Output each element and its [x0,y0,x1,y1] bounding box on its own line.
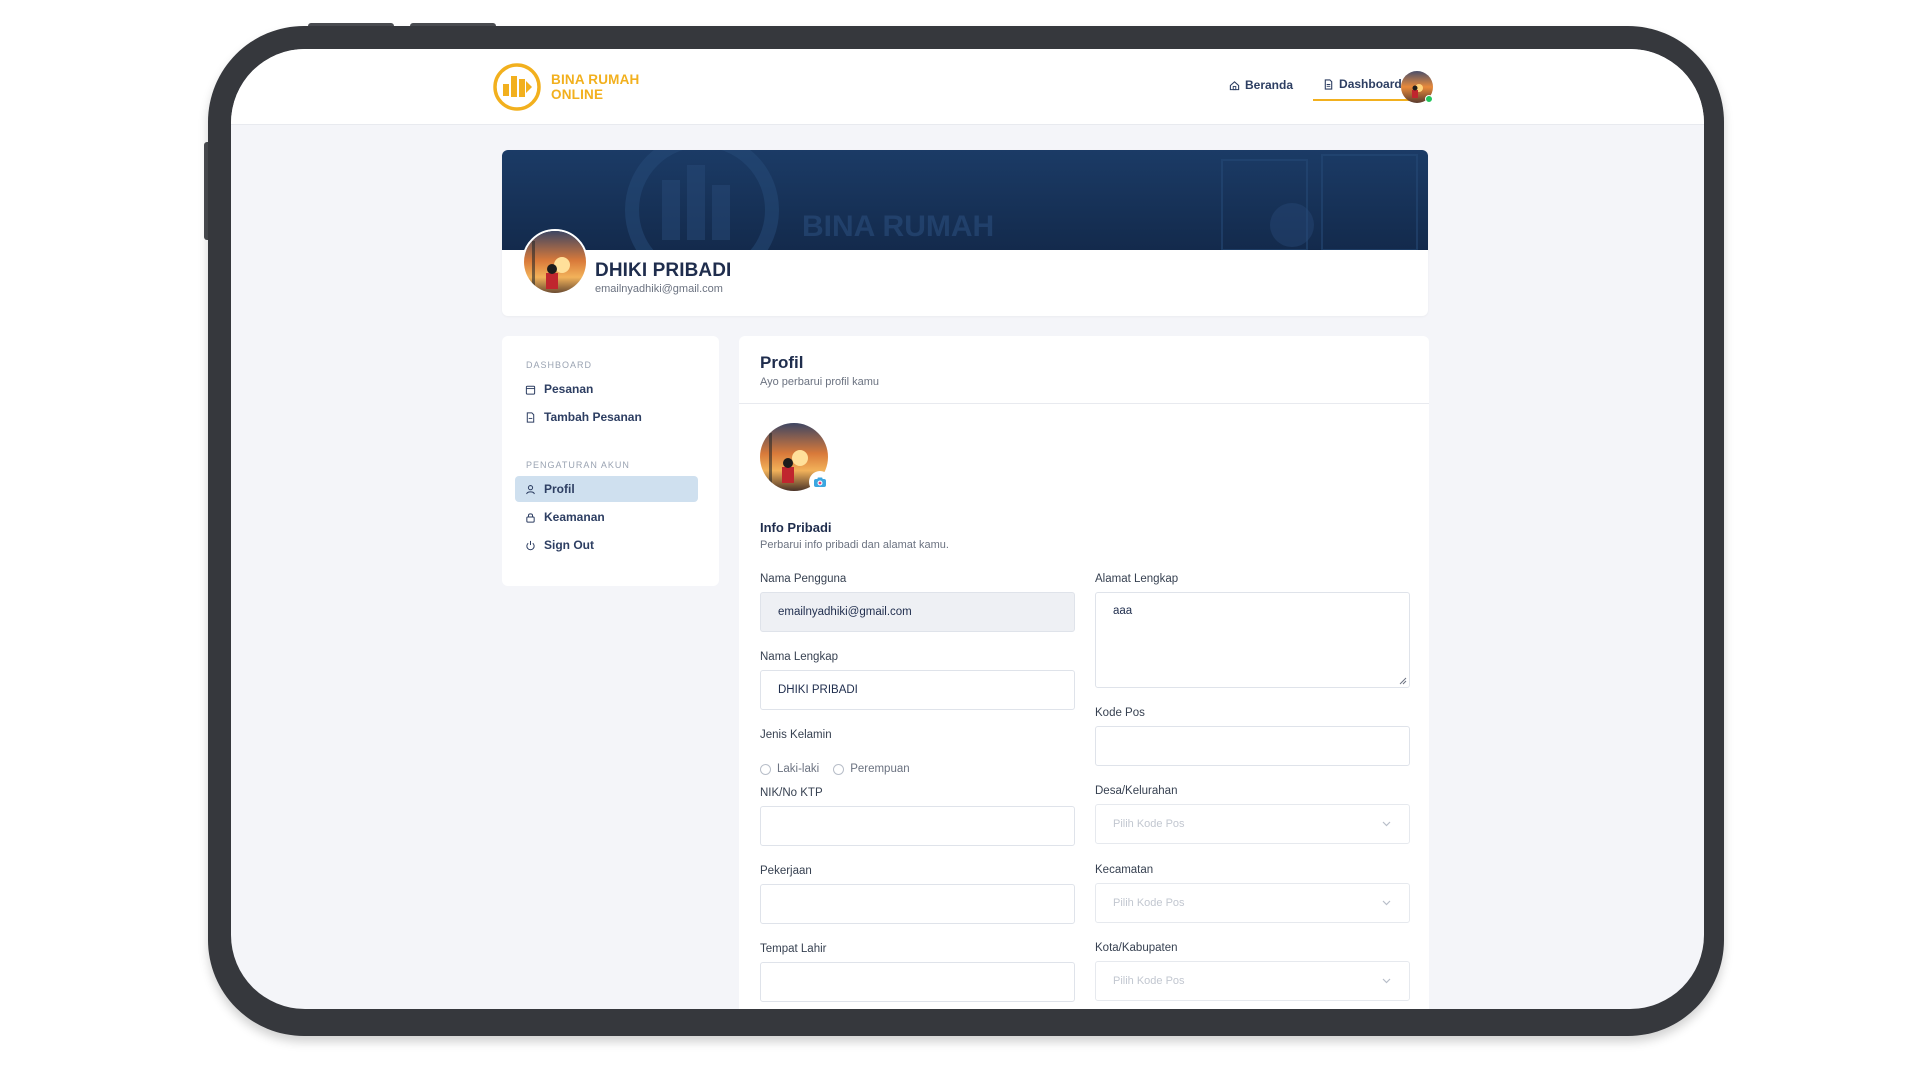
nav-beranda-label: Beranda [1245,78,1294,92]
district-select[interactable]: Pilih Kode Pos [1095,883,1410,923]
gender-radio-female[interactable]: Perempuan [833,763,910,775]
resize-handle-icon[interactable] [1399,677,1407,685]
username-label: Nama Pengguna [760,573,847,585]
profile-cover-card: BINA RUMAH DHIKI PRIBADI emailnyadhiki@g… [502,150,1428,316]
lock-icon [526,512,535,523]
village-label: Desa/Kelurahan [1095,785,1178,797]
screen: BINA RUMAH ONLINE Beranda Dashboard BINA… [231,49,1704,1009]
brand-logo[interactable]: BINA RUMAH ONLINE [492,62,640,112]
fullname-field[interactable]: DHIKI PRIBADI [760,670,1075,710]
job-label: Pekerjaan [760,865,812,877]
banner-watermark: BINA RUMAH [802,210,994,243]
page-title: Profil [760,353,804,372]
address-label: Alamat Lengkap [1095,573,1179,585]
section-title: Info Pribadi [760,520,832,535]
logo-icon [493,63,541,111]
card-header: Profil Ayo perbarui profil kamu [739,336,1429,404]
sidebar-item-label: Sign Out [544,538,594,552]
fullname-label: Nama Lengkap [760,651,838,663]
brand-text: BINA RUMAH ONLINE [551,72,640,102]
sidebar-item-label: Keamanan [544,510,605,524]
sidebar-item-profil[interactable]: Profil [515,476,698,502]
online-status-dot [1425,95,1433,103]
sidebar-item-keamanan[interactable]: Keamanan [515,504,698,530]
page-subtitle: Ayo perbarui profil kamu [760,376,880,388]
nik-label: NIK/No KTP [760,787,823,799]
profile-name: DHIKI PRIBADI [595,260,732,281]
sidebar-item-label: Profil [544,482,575,496]
city-label: Kota/Kabupaten [1095,942,1178,954]
home-icon [1229,80,1240,90]
address-textarea[interactable]: aaa [1095,592,1410,688]
profile-email: emailnyadhiki@gmail.com [595,283,723,295]
change-photo-button[interactable] [809,471,831,493]
document-icon [1324,78,1333,90]
postcode-label: Kode Pos [1095,707,1145,719]
device-mockup: BINA RUMAH ONLINE Beranda Dashboard BINA… [0,0,1920,1080]
select-placeholder: Pilih Kode Pos [1113,897,1185,909]
cover-banner: BINA RUMAH [502,150,1428,250]
power-icon [526,540,535,550]
select-placeholder: Pilih Kode Pos [1113,975,1185,987]
camera-icon [814,477,826,487]
nav-beranda-link[interactable]: Beranda [1219,75,1303,101]
radio-label: Laki-laki [777,763,820,775]
select-placeholder: Pilih Kode Pos [1113,818,1185,830]
profile-form-card: Profil Ayo perbarui profil kamu Info Pri… [739,336,1429,1009]
district-label: Kecamatan [1095,864,1154,876]
nik-field[interactable] [760,806,1075,846]
sidebar-item-label: Pesanan [544,382,594,396]
birthplace-field[interactable] [760,962,1075,1002]
birthplace-label: Tempat Lahir [760,943,827,955]
address-value: aaa [1113,605,1133,617]
radio-circle [760,763,771,775]
postcode-field[interactable] [1095,726,1410,766]
calendar-icon [525,385,536,395]
chevron-down-icon [1382,821,1391,827]
brand-line-1: BINA RUMAH [551,72,640,87]
account-sidebar: DASHBOARD Pesanan Tambah Pesanan PENGATU… [502,336,719,586]
village-select[interactable]: Pilih Kode Pos [1095,804,1410,844]
chevron-down-icon [1382,978,1391,984]
gender-radio-male[interactable]: Laki-laki [760,763,819,775]
job-field[interactable] [760,884,1075,924]
nav-links: Beranda Dashboard [1219,75,1412,101]
radio-circle [833,763,845,775]
sidebar-item-tambah-pesanan[interactable]: Tambah Pesanan [515,404,698,430]
sidebar-item-sign-out[interactable]: Sign Out [515,532,698,558]
sidebar-section-account: PENGATURAN AKUN [526,460,630,470]
nav-dashboard-link[interactable]: Dashboard [1313,75,1412,101]
sidebar-item-label: Tambah Pesanan [544,410,642,424]
document-icon [526,411,535,423]
chevron-down-icon [1382,900,1391,906]
top-navbar: BINA RUMAH ONLINE Beranda Dashboard [231,49,1704,125]
avatar-image [524,231,586,293]
profile-avatar [522,229,588,295]
gender-radio-group: Laki-laki Perempuan [760,763,910,775]
brand-line-2: ONLINE [551,87,604,102]
section-subtitle: Perbarui info pribadi dan alamat kamu. [760,539,949,551]
sidebar-section-dashboard: DASHBOARD [526,360,593,370]
nav-dashboard-label: Dashboard [1339,77,1402,91]
radio-label: Perempuan [850,763,910,775]
sidebar-item-pesanan[interactable]: Pesanan [515,376,698,402]
user-icon [526,484,535,494]
city-select[interactable]: Pilih Kode Pos [1095,961,1410,1001]
username-field[interactable]: emailnyadhiki@gmail.com [760,592,1075,632]
gender-label: Jenis Kelamin [760,729,832,741]
